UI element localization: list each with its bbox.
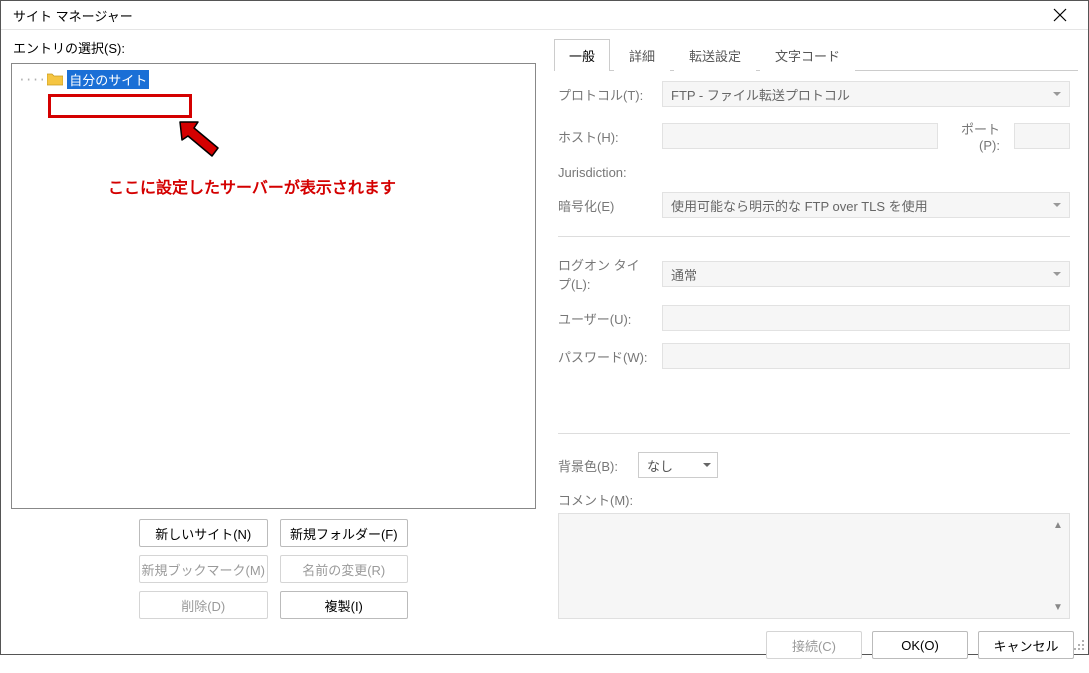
encryption-select[interactable]: 使用可能なら明示的な FTP over TLS を使用 [662,192,1070,218]
comment-label: コメント(M): [558,490,1070,509]
close-button[interactable] [1040,1,1080,29]
user-label: ユーザー(U): [558,309,652,328]
divider [558,236,1070,237]
folder-icon [47,72,63,86]
protocol-label: プロトコル(T): [558,85,652,104]
left-panel: エントリの選択(S): ···· 自分のサイト [11,38,536,619]
site-manager-window: サイト マネージャー エントリの選択(S): ···· 自分のサイト [0,0,1089,655]
logon-type-label: ログオン タイプ(L): [558,255,652,293]
jurisdiction-label: Jurisdiction: [558,165,652,180]
content-area: エントリの選択(S): ···· 自分のサイト [1,30,1088,619]
tab-bar: 一般 詳細 転送設定 文字コード [554,38,1078,71]
port-label: ポート(P): [948,119,1004,153]
divider-2 [558,433,1070,434]
password-label: パスワード(W): [558,347,652,366]
bgcolor-select[interactable]: なし [638,452,718,478]
tab-transfer[interactable]: 転送設定 [674,39,756,71]
port-field[interactable] [1014,123,1070,149]
comment-textarea[interactable]: ▲ ▼ [558,513,1070,619]
user-field[interactable] [662,305,1070,331]
site-tree[interactable]: ···· 自分のサイト ここに設定したサーバーが表示されます [11,63,536,509]
titlebar: サイト マネージャー [1,1,1088,30]
new-folder-button[interactable]: 新規フォルダー(F) [280,519,409,547]
resize-grip-icon[interactable] [1073,639,1085,651]
tree-root-label: 自分のサイト [67,70,149,89]
tab-general[interactable]: 一般 [554,39,610,71]
duplicate-button[interactable]: 複製(I) [280,591,409,619]
delete-button: 削除(D) [139,591,268,619]
new-bookmark-button: 新規ブックマーク(M) [139,555,268,583]
site-buttons: 新しいサイト(N) 新規フォルダー(F) 新規ブックマーク(M) 名前の変更(R… [11,519,536,619]
annotation-arrow-icon [174,116,224,160]
bgcolor-label: 背景色(B): [558,456,628,475]
rename-button: 名前の変更(R) [280,555,409,583]
dialog-footer: 接続(C) OK(O) キャンセル [1,619,1088,673]
scroll-up-icon[interactable]: ▲ [1051,518,1065,532]
annotation-text: ここに設定したサーバーが表示されます [108,174,396,198]
right-panel: 一般 詳細 転送設定 文字コード プロトコル(T): FTP - ファイル転送プ… [554,38,1078,619]
general-form: プロトコル(T): FTP - ファイル転送プロトコル ホスト(H): ポート(… [554,71,1078,619]
new-site-button[interactable]: 新しいサイト(N) [139,519,268,547]
window-title: サイト マネージャー [13,6,133,25]
protocol-select[interactable]: FTP - ファイル転送プロトコル [662,81,1070,107]
host-field[interactable] [662,123,938,149]
scroll-down-icon[interactable]: ▼ [1051,600,1065,614]
tab-charset[interactable]: 文字コード [760,39,855,71]
logon-type-select[interactable]: 通常 [662,261,1070,287]
host-label: ホスト(H): [558,127,652,146]
encryption-label: 暗号化(E) [558,196,652,215]
entry-select-label: エントリの選択(S): [11,38,536,57]
close-icon [1053,8,1067,22]
password-field[interactable] [662,343,1070,369]
tab-advanced[interactable]: 詳細 [614,39,670,71]
tree-line-icon: ···· [18,72,45,87]
tree-root-row[interactable]: ···· 自分のサイト [18,70,529,88]
annotation-highlight-box [48,94,192,118]
